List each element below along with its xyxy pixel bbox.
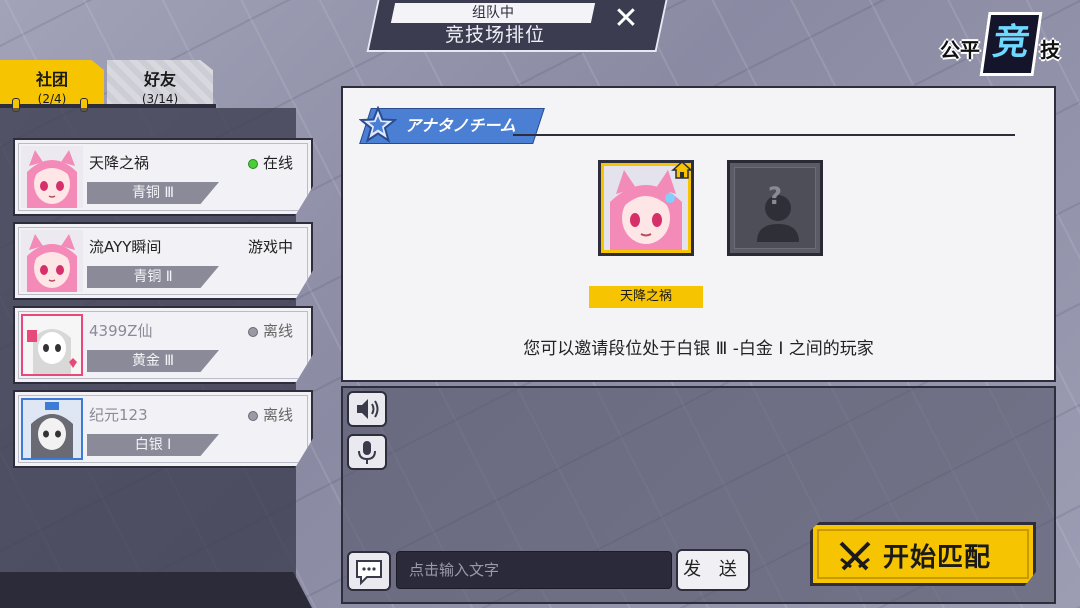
offline-dot-icon	[247, 326, 258, 337]
member-status-text: 在线	[262, 154, 293, 172]
tab-friends[interactable]: 好友 (3/14)	[107, 60, 213, 106]
invite-hint: 您可以邀请段位处于白银 Ⅲ -白金 Ⅰ 之间的玩家	[523, 339, 874, 359]
team-divider	[513, 134, 1015, 136]
crossed-swords-icon	[839, 541, 871, 571]
member-rank: 白银 Ⅰ	[87, 434, 219, 456]
team-banner-text: アナタノチーム	[405, 116, 516, 135]
avatar	[21, 314, 83, 376]
start-match-label: 开始匹配	[883, 543, 992, 573]
leader-name: 天降之祸	[589, 286, 703, 308]
member-rank: 青铜 Ⅱ	[87, 266, 219, 288]
logo-left-text: 公平	[940, 38, 980, 62]
avatar	[21, 146, 83, 208]
member-status: 在线	[247, 152, 293, 173]
avatar	[21, 398, 83, 460]
chat-input[interactable]	[396, 551, 672, 589]
team-panel: アナタノチーム ? 天降之祸 您可以邀请段位处于白银 Ⅲ -白金 Ⅰ 之间的玩家	[341, 86, 1056, 382]
chat-toggle-button[interactable]	[347, 551, 391, 591]
member-list-footer	[0, 572, 312, 608]
member-status-text: 离线	[262, 406, 293, 424]
empty-team-slot[interactable]: ?	[727, 160, 823, 256]
member-status: 离线	[247, 320, 293, 341]
member-name: 纪元123	[89, 406, 148, 424]
member-card[interactable]: 4399Z仙 离线 黄金 Ⅲ	[13, 306, 313, 384]
logo-center-text: 竞	[979, 12, 1043, 76]
tab-club-label: 社团	[35, 70, 68, 89]
microphone-icon	[358, 441, 376, 464]
member-card[interactable]: 纪元123 离线 白银 Ⅰ	[13, 390, 313, 468]
start-match-button[interactable]: 开始匹配	[810, 522, 1036, 586]
house-icon	[671, 160, 693, 179]
close-icon: ✕	[613, 1, 639, 36]
chat-bubble-icon	[356, 560, 382, 586]
offline-dot-icon	[247, 410, 258, 421]
member-card[interactable]: 流AYY瞬间 游戏中 青铜 Ⅱ	[13, 222, 313, 300]
star-icon	[359, 106, 397, 143]
queue-status: 组队中	[390, 3, 596, 23]
member-name: 天降之祸	[89, 154, 150, 172]
empty-slot-frame: ?	[734, 167, 816, 249]
speaker-icon	[357, 399, 379, 419]
fair-arena-logo: 公平 竞 技	[936, 8, 1076, 76]
member-name: 流AYY瞬间	[89, 238, 162, 256]
close-button[interactable]: ✕	[608, 4, 644, 34]
page-title: 竞技场排位	[444, 24, 545, 46]
speaker-button[interactable]	[347, 391, 387, 427]
member-status-text: 游戏中	[247, 238, 293, 256]
unknown-user-icon	[757, 195, 799, 242]
send-button[interactable]: 发 送	[676, 549, 750, 591]
member-rank: 青铜 Ⅲ	[87, 182, 219, 204]
avatar	[21, 230, 83, 292]
member-status: 离线	[247, 404, 293, 425]
online-dot-icon	[247, 158, 258, 169]
member-rank: 黄金 Ⅲ	[87, 350, 219, 372]
microphone-button[interactable]	[347, 434, 387, 470]
member-name: 4399Z仙	[89, 322, 153, 340]
member-card[interactable]: 天降之祸 在线 青铜 Ⅲ	[13, 138, 313, 216]
logo-right-text: 技	[1040, 38, 1060, 62]
tab-friends-label: 好友	[143, 70, 176, 89]
empty-slot-mark: ?	[768, 182, 782, 210]
member-status: 游戏中	[248, 236, 293, 257]
member-status-text: 离线	[262, 322, 293, 340]
